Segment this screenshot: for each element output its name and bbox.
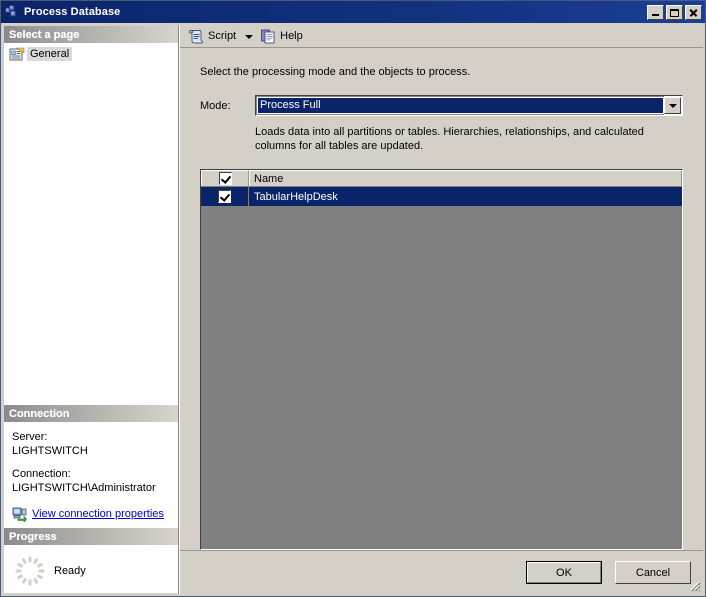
connection-spacer	[12, 458, 172, 467]
grid-header-name[interactable]: Name	[249, 170, 682, 186]
cancel-button[interactable]: Cancel	[615, 561, 691, 584]
dialog-footer: OK Cancel	[180, 550, 703, 594]
row-checkbox-cell[interactable]	[201, 187, 249, 206]
cancel-button-label: Cancel	[635, 566, 671, 579]
connection-value: LIGHTSWITCH\Administrator	[12, 482, 156, 494]
progress-spinner-icon	[14, 555, 46, 587]
select-all-checkbox[interactable]	[218, 172, 232, 185]
help-button-label: Help	[280, 30, 303, 42]
grid-empty-area	[201, 206, 682, 549]
progress-status-text: Ready	[54, 565, 86, 577]
grid-header-row: Name	[201, 170, 682, 187]
mode-select[interactable]: Process Full	[255, 95, 683, 116]
sidebar-item-general[interactable]: General	[9, 46, 73, 62]
process-database-icon	[4, 4, 20, 20]
minimize-button[interactable]	[647, 4, 664, 20]
intro-text: Select the processing mode and the objec…	[200, 66, 471, 78]
select-page-header: Select a page	[4, 26, 178, 43]
script-button[interactable]: Script	[185, 26, 239, 47]
window-title: Process Database	[24, 6, 121, 18]
resize-grip-icon[interactable]	[687, 578, 701, 592]
ok-button-label: OK	[527, 562, 601, 583]
connection-header: Connection	[4, 405, 178, 422]
pane-content: Select the processing mode and the objec…	[180, 48, 703, 550]
table-row[interactable]: TabularHelpDesk	[201, 187, 682, 206]
maximize-icon	[670, 8, 679, 17]
help-icon	[260, 28, 277, 45]
left-navigation-pane: Select a page General Connection Server:…	[3, 25, 179, 594]
dialog-body: Select a page General Connection Server:…	[1, 23, 705, 596]
title-bar: Process Database	[1, 1, 705, 23]
mode-label: Mode:	[200, 99, 231, 112]
sidebar-item-general-label: General	[27, 47, 73, 61]
close-button[interactable]	[685, 4, 702, 20]
view-connection-properties-row[interactable]: View connection properties	[12, 506, 172, 523]
pane-toolbar: Script Help	[180, 25, 703, 48]
row-checkbox[interactable]	[218, 190, 231, 203]
grid-header-checkbox-cell[interactable]	[201, 170, 249, 186]
view-connection-properties-link[interactable]: View connection properties	[32, 507, 164, 521]
objects-grid[interactable]: Name TabularHelpDesk	[200, 169, 683, 550]
mode-select-value: Process Full	[258, 98, 663, 113]
server-label: Server:	[12, 431, 48, 443]
connection-body: Server: LIGHTSWITCH Connection: LIGHTSWI…	[4, 422, 178, 528]
maximize-button[interactable]	[666, 4, 683, 20]
minimize-icon	[652, 13, 659, 16]
progress-body: Ready	[4, 545, 178, 593]
ok-button[interactable]: OK	[526, 561, 602, 584]
select-page-body: General	[4, 43, 178, 234]
server-connection-icon	[12, 506, 28, 523]
chevron-down-icon	[668, 103, 677, 108]
mode-description: Loads data into all partitions or tables…	[255, 126, 644, 152]
right-content-pane: Script Help Select the processing mode a…	[179, 25, 703, 594]
process-database-dialog: Process Database Select a page General C…	[0, 0, 706, 597]
script-icon	[188, 28, 205, 45]
row-name: TabularHelpDesk	[254, 190, 338, 203]
mode-select-dropdown-button[interactable]	[664, 97, 681, 114]
mode-select-field[interactable]: Process Full	[256, 96, 664, 115]
server-value: LIGHTSWITCH	[12, 445, 88, 457]
page-icon	[9, 47, 25, 62]
connection-label: Connection:	[12, 468, 71, 480]
window-controls	[647, 4, 702, 20]
chevron-down-icon[interactable]	[245, 35, 254, 39]
left-pane-spacer	[4, 234, 178, 406]
help-button[interactable]: Help	[257, 26, 306, 47]
progress-header: Progress	[4, 528, 178, 545]
mode-row: Mode: Process Full	[200, 95, 683, 116]
script-button-label: Script	[208, 30, 237, 42]
